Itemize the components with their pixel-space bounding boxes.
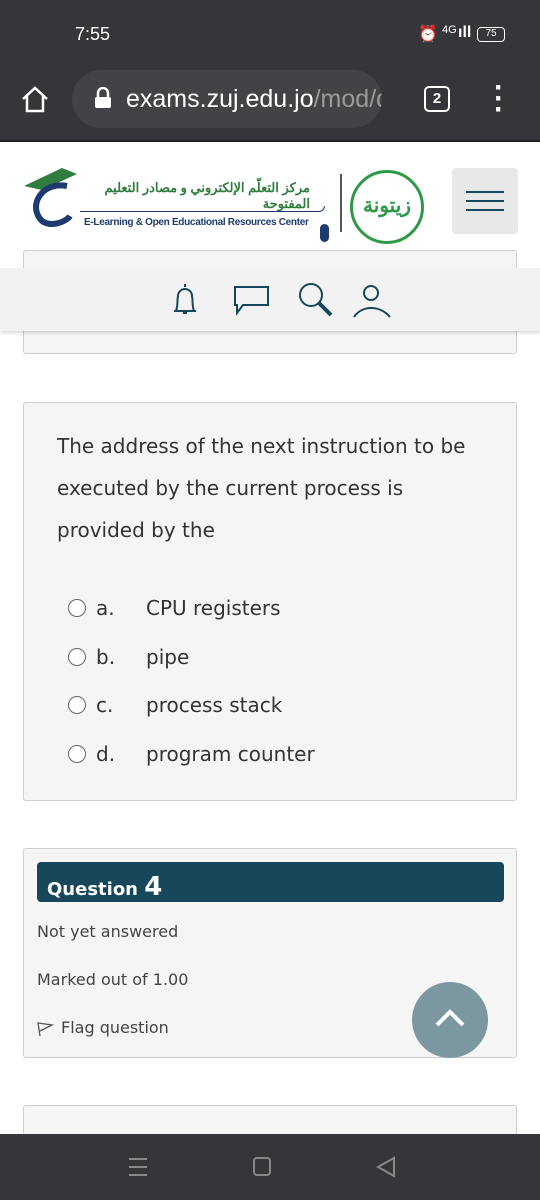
network-type: 4G <box>442 24 457 36</box>
url-field[interactable]: exams.zuj.edu.jo/mod/q <box>72 70 382 128</box>
user-nav-bar <box>0 268 540 331</box>
chat-icon[interactable] <box>233 285 271 317</box>
question-number: 4 <box>144 872 163 902</box>
question-marks: Marked out of 1.00 <box>37 970 189 989</box>
logo-english-text: E-Learning & Open Educational Resources … <box>84 217 309 228</box>
option-label: process stack <box>146 693 283 717</box>
mouse-icon <box>320 224 329 242</box>
elearning-logo-icon <box>24 168 77 227</box>
radio-d[interactable] <box>68 745 86 763</box>
option-letter: b. <box>96 645 116 669</box>
battery-icon: 75 <box>477 27 505 42</box>
url-host: exams.zuj.edu.jo <box>126 84 314 113</box>
flag-question-link[interactable]: Flag question <box>37 1018 169 1037</box>
tabs-button[interactable]: 2 <box>424 86 450 112</box>
question-number-header: Question 4 <box>37 862 504 902</box>
back-icon[interactable] <box>376 1156 396 1178</box>
university-seal-icon: زيتونة <box>350 170 424 244</box>
recent-apps-icon[interactable] <box>129 1158 147 1160</box>
option-letter: d. <box>96 742 116 766</box>
divider <box>340 174 342 232</box>
chevron-up-icon <box>435 1009 465 1027</box>
clock: 7:55 <box>75 24 111 44</box>
question-text: The address of the next instruction to b… <box>57 434 466 542</box>
url-path: /mod/q <box>313 84 382 113</box>
radio-a[interactable] <box>68 599 86 617</box>
option-label: CPU registers <box>146 596 281 620</box>
answer-option-c[interactable]: c. process stack <box>68 690 282 720</box>
menu-kebab-icon[interactable]: · · · <box>494 73 504 125</box>
option-letter: c. <box>96 693 114 717</box>
radio-b[interactable] <box>68 648 86 666</box>
answer-option-a[interactable]: a. CPU registers <box>68 593 281 623</box>
question-card: The address of the next instruction to b… <box>23 402 517 801</box>
alarm-icon: ⏰ <box>418 26 438 43</box>
signal-icon: ıll <box>458 24 472 41</box>
flag-label: Flag question <box>61 1018 169 1037</box>
lock-icon <box>95 87 111 108</box>
home-nav-icon[interactable] <box>253 1157 271 1176</box>
browser-toolbar: exams.zuj.edu.jo/mod/q 2 ··· <box>0 60 540 142</box>
status-bar: 7:55 ⏰ 4G ıll 75 <box>0 0 540 60</box>
question-state: Not yet answered <box>37 922 179 941</box>
search-icon[interactable] <box>297 281 335 319</box>
hamburger-icon <box>466 191 504 193</box>
radio-c[interactable] <box>68 696 86 714</box>
scroll-to-top-button[interactable] <box>412 982 488 1058</box>
option-letter: a. <box>96 596 115 620</box>
android-nav-bar <box>0 1134 540 1200</box>
hamburger-menu-button[interactable] <box>452 168 518 234</box>
home-icon[interactable] <box>20 84 50 114</box>
question-label: Question <box>47 879 138 900</box>
answer-option-d[interactable]: d. program counter <box>68 739 315 769</box>
option-label: pipe <box>146 645 190 669</box>
user-icon[interactable] <box>352 283 392 319</box>
logo-cable <box>80 206 325 212</box>
bell-icon[interactable] <box>170 281 200 317</box>
flag-icon <box>37 1021 55 1036</box>
answer-option-b[interactable]: b. pipe <box>68 642 189 672</box>
option-label: program counter <box>146 742 315 766</box>
